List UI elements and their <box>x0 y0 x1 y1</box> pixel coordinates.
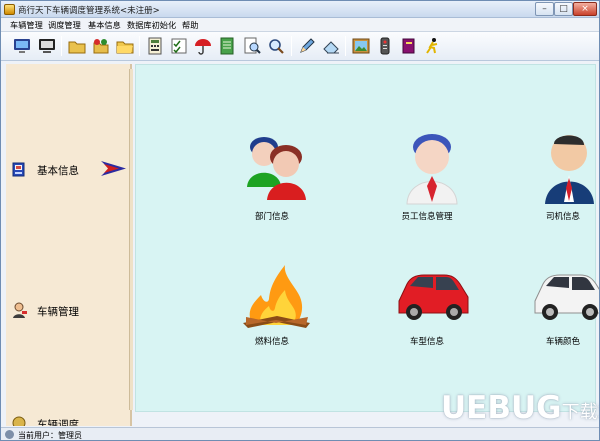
car-color-item[interactable]: 车辆颜色 <box>514 255 599 355</box>
sidebar-panel: 基本信息 车辆管理 车辆调度 <box>6 64 132 426</box>
sidebar-item-vehicle-management[interactable]: 车辆管理 <box>6 291 132 331</box>
driver-icon <box>545 135 594 204</box>
watermark-text: UEBUG <box>441 390 562 426</box>
watermark-suffix: 下载站 <box>561 402 599 423</box>
notebook-icon[interactable] <box>216 35 238 57</box>
employee-info-item[interactable]: 员工信息管理 <box>378 132 476 232</box>
calculator-icon[interactable] <box>144 35 166 57</box>
folder-open-icon[interactable] <box>114 35 136 57</box>
sidebar-splitter[interactable] <box>129 69 133 410</box>
fuel-icon <box>243 265 310 328</box>
menu-dispatch-management[interactable]: 调度管理 <box>48 19 81 31</box>
network-folder-icon[interactable] <box>90 35 112 57</box>
toolbar-separator <box>139 36 140 56</box>
active-arrow-icon <box>101 161 126 176</box>
employee-info-label: 员工信息管理 <box>401 212 453 222</box>
running-man-icon[interactable] <box>422 35 444 57</box>
sidebar-item-label: 车辆调度 <box>37 419 79 426</box>
menu-help[interactable]: 帮助 <box>182 19 198 31</box>
department-info-label: 部门信息 <box>254 212 289 222</box>
sidebar-item-basic-info[interactable]: 基本信息 <box>6 150 132 190</box>
car-model-label: 车型信息 <box>409 337 444 347</box>
menu-database-init[interactable]: 数据库初始化 <box>127 19 176 31</box>
title-bar[interactable]: 商行天下车辆调度管理系统<未注册> – □ × <box>1 1 599 18</box>
application-window: 商行天下车辆调度管理系统<未注册> – □ × 车辆管理 调度管理 基本信息 数… <box>0 0 600 441</box>
app-icon <box>4 4 15 15</box>
user-icon <box>5 430 14 439</box>
magnifier-icon[interactable] <box>265 35 287 57</box>
driver-info-label: 司机信息 <box>545 212 580 222</box>
picture-icon[interactable] <box>350 35 372 57</box>
umbrella-icon[interactable] <box>192 35 214 57</box>
toolbar-separator <box>345 36 346 56</box>
car-model-item[interactable]: 车型信息 <box>378 255 476 355</box>
sidebar-item-label: 基本信息 <box>37 165 79 177</box>
book-icon[interactable] <box>398 35 420 57</box>
car-color-label: 车辆颜色 <box>545 337 580 347</box>
watermark-logo: UEBUG下载站 <box>441 390 599 426</box>
close-button[interactable]: × <box>573 2 597 16</box>
eraser-icon[interactable] <box>320 35 342 57</box>
vehicle-manage-icon <box>13 302 27 318</box>
sidebar-item-dispatch[interactable]: 车辆调度 <box>6 404 132 426</box>
dispatch-icon <box>12 416 26 426</box>
department-info-item[interactable]: 部门信息 <box>223 132 321 232</box>
toolbar-separator <box>61 36 62 56</box>
minimize-button[interactable]: – <box>535 2 554 16</box>
menu-vehicle-management[interactable]: 车辆管理 <box>10 19 43 31</box>
remote-control-icon[interactable] <box>374 35 396 57</box>
driver-info-item[interactable]: 司机信息 <box>514 132 599 232</box>
maximize-button[interactable]: □ <box>554 2 573 16</box>
pencil-icon[interactable] <box>296 35 318 57</box>
monitor-icon[interactable] <box>11 35 33 57</box>
status-bar: 当前用户：管理员 <box>1 427 599 440</box>
checklist-icon[interactable] <box>168 35 190 57</box>
car-color-icon <box>534 274 599 320</box>
department-icon <box>247 137 306 200</box>
car-model-icon <box>398 274 469 320</box>
basic-info-icon <box>12 162 25 177</box>
menu-bar: 车辆管理 调度管理 基本信息 数据库初始化 帮助 <box>1 18 599 32</box>
sidebar-item-label: 车辆管理 <box>37 306 79 318</box>
current-user-status: 当前用户：管理员 <box>18 431 82 440</box>
fuel-info-item[interactable]: 燃料信息 <box>223 255 321 355</box>
folder-icon[interactable] <box>66 35 88 57</box>
toolbar <box>1 32 599 61</box>
main-panel: 部门信息 员工信息管理 司机信息 燃料信息 车型信息 车辆颜色 <box>135 64 599 412</box>
window-title: 商行天下车辆调度管理系统<未注册> <box>18 6 160 16</box>
monitor-alt-icon[interactable] <box>36 35 58 57</box>
menu-basic-info[interactable]: 基本信息 <box>88 19 121 31</box>
fuel-info-label: 燃料信息 <box>254 337 289 347</box>
employee-icon <box>406 134 458 205</box>
search-document-icon[interactable] <box>241 35 263 57</box>
toolbar-separator <box>291 36 292 56</box>
